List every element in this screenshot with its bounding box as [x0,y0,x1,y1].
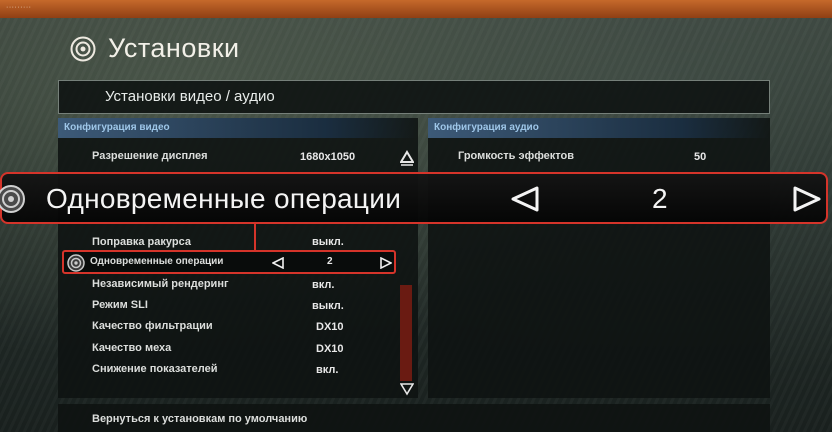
video-section-title: Конфигурация видео [64,122,170,133]
setting-row-label[interactable]: Разрешение дисплея [92,150,208,162]
left-arrow-icon[interactable] [272,257,284,269]
reset-defaults-button[interactable]: Вернуться к установкам по умолчанию [92,413,307,425]
setting-row-value: вкл. [312,279,335,291]
setting-row-value: 1680x1050 [300,151,356,163]
setting-row-value: вкл. [316,364,339,376]
setting-row-value: выкл. [312,300,344,312]
target-icon [0,185,25,213]
zoomed-setting-callout: Одновременные операции 2 [0,172,828,224]
video-section-header: Конфигурация видео [58,118,418,138]
down-arrow-icon[interactable] [400,382,414,396]
footer-panel: Вернуться к установкам по умолчанию [58,404,770,432]
audio-section-header: Конфигурация аудио [428,118,770,138]
callout-connector [254,220,256,250]
setting-row-label[interactable]: Поправка ракурса [92,236,191,248]
setting-row-label[interactable]: Независимый рендеринг [92,278,229,290]
setting-row-value: DX10 [316,343,344,355]
top-bar: ········· [0,0,832,18]
top-bar-mark: ········· [6,4,32,11]
selected-row-value: 2 [327,256,333,267]
setting-row-label[interactable]: Качество меха [92,342,171,354]
audio-section-title: Конфигурация аудио [434,122,539,133]
section-title: Установки видео / аудио [105,88,275,105]
right-arrow-icon[interactable] [792,185,822,213]
setting-row-label[interactable]: Режим SLI [92,299,148,311]
selected-setting-row[interactable]: Одновременные операции 2 [62,250,396,274]
zoomed-setting-value: 2 [652,183,668,214]
up-arrow-icon[interactable] [400,150,414,166]
setting-row-label[interactable]: Громкость эффектов [458,150,574,162]
page-title: Установки [108,33,240,63]
zoomed-setting-label: Одновременные операции [46,183,402,214]
scrollbar-track[interactable] [400,285,412,381]
right-arrow-icon[interactable] [380,257,392,269]
setting-row-label[interactable]: Качество фильтрации [92,320,213,332]
subtitle-panel: Установки видео / аудио [58,80,770,114]
setting-row-value: DX10 [316,321,344,333]
setting-row-value: 50 [694,151,707,163]
target-icon [67,254,85,272]
selected-row-label: Одновременные операции [90,256,224,267]
left-arrow-icon[interactable] [510,185,540,213]
target-icon [70,36,96,62]
setting-row-label[interactable]: Снижение показателей [92,363,218,375]
setting-row-value: выкл. [312,236,344,248]
